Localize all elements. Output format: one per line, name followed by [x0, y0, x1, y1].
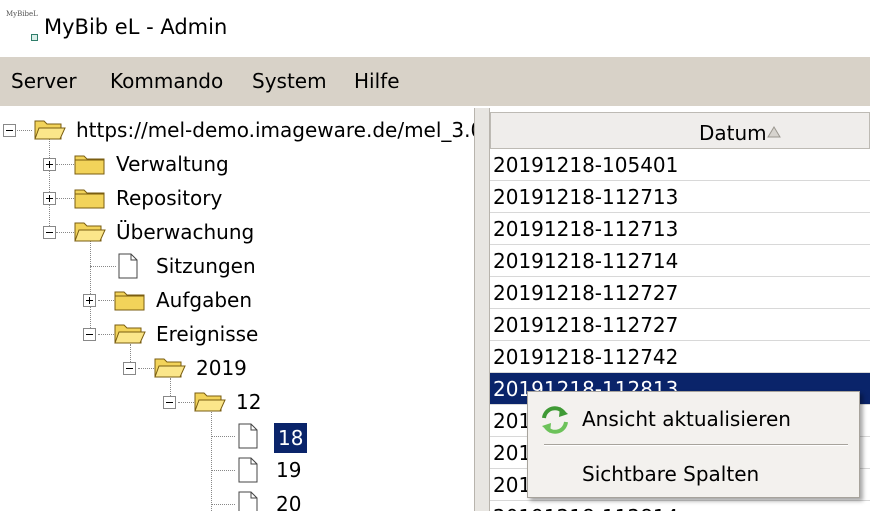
- folder-open-icon: [74, 222, 106, 242]
- sort-ascending-icon: [767, 126, 781, 138]
- tree-label-aufgaben: Aufgaben: [156, 288, 253, 312]
- folder-open-icon: [114, 324, 146, 344]
- context-menu-separator: [544, 444, 848, 446]
- menu-system[interactable]: System: [252, 69, 327, 93]
- collapse-icon[interactable]: [83, 328, 96, 341]
- folder-open-icon: [154, 358, 186, 378]
- tree-label-repository: Repository: [116, 186, 223, 210]
- list-row[interactable]: 20191218-112727: [490, 309, 870, 341]
- list-cell-datum: 20191218-112713: [493, 217, 679, 241]
- context-menu-label: Sichtbare Spalten: [582, 462, 760, 486]
- panel-splitter[interactable]: [474, 108, 490, 511]
- collapse-icon[interactable]: [123, 362, 136, 375]
- list-cell-datum: 20191218-112727: [493, 281, 679, 305]
- list-cell-datum: 20191218-112742: [493, 345, 679, 369]
- app-logo: MyBibeL: [6, 10, 40, 44]
- list-row[interactable]: 20191218-112814: [490, 501, 870, 511]
- tree-label-day: 18: [274, 423, 308, 453]
- tree-node-day[interactable]: 19: [0, 455, 474, 485]
- tree-node-repository[interactable]: Repository: [0, 183, 474, 213]
- folder-icon: [74, 155, 105, 175]
- tree-node-ereignisse[interactable]: Ereignisse: [0, 319, 474, 349]
- column-header-label: Datum: [699, 121, 767, 145]
- list-cell-datum: 20191218-112727: [493, 313, 679, 337]
- list-row[interactable]: 20191218-112713: [490, 213, 870, 245]
- tree-node-day[interactable]: 18: [0, 421, 474, 453]
- collapse-icon[interactable]: [43, 226, 56, 239]
- menu-server[interactable]: Server: [11, 69, 77, 93]
- list-cell-datum: 201: [493, 441, 532, 465]
- list-cell-datum: 20191218-112814: [493, 505, 678, 511]
- list-row[interactable]: 20191218-112714: [490, 245, 870, 277]
- context-menu-item-refresh[interactable]: Ansicht aktualisieren: [528, 394, 859, 442]
- column-header-datum[interactable]: Datum: [490, 112, 870, 149]
- window-title: MyBib eL - Admin: [44, 15, 228, 39]
- list-cell-datum: 201: [493, 473, 532, 497]
- expand-icon[interactable]: [83, 294, 96, 307]
- tree-label-root: https://mel-demo.imageware.de/mel_3.0: [76, 118, 474, 142]
- list-cell-datum: 20191218-112714: [493, 249, 679, 273]
- tree-label-ereignisse: Ereignisse: [156, 322, 259, 346]
- tree-node-month[interactable]: 12: [0, 387, 474, 417]
- tree-label-month: 12: [236, 390, 262, 414]
- tree-node-aufgaben[interactable]: Aufgaben: [0, 285, 474, 315]
- list-row[interactable]: 20191218-105401: [490, 149, 870, 181]
- app-logo-mark: [31, 34, 38, 41]
- tree-label-day: 20: [276, 492, 302, 511]
- page-icon: [238, 491, 258, 511]
- folder-open-icon: [194, 392, 226, 412]
- list-row[interactable]: 20191218-112742: [490, 341, 870, 373]
- context-menu-item-visible-columns[interactable]: Sichtbare Spalten: [528, 449, 859, 497]
- app-logo-text: MyBibeL: [6, 10, 38, 18]
- context-menu-label: Ansicht aktualisieren: [582, 407, 791, 431]
- expand-icon[interactable]: [43, 192, 56, 205]
- tree-label-sitzungen: Sitzungen: [156, 254, 256, 278]
- tree-label-year: 2019: [196, 356, 247, 380]
- page-icon: [118, 253, 138, 279]
- title-bar: MyBibeL MyBib eL - Admin: [0, 0, 870, 57]
- tree-node-ueberwachung[interactable]: Überwachung: [0, 217, 474, 247]
- collapse-icon[interactable]: [163, 396, 176, 409]
- tree-node-year[interactable]: 2019: [0, 353, 474, 383]
- tree-node-day[interactable]: 20: [0, 489, 474, 511]
- folder-icon: [114, 291, 145, 311]
- list-cell-datum: 201: [493, 409, 532, 433]
- list-row[interactable]: 20191218-112713: [490, 181, 870, 213]
- tree-node-verwaltung[interactable]: Verwaltung: [0, 149, 474, 179]
- menu-kommando[interactable]: Kommando: [110, 69, 223, 93]
- page-icon: [238, 423, 258, 449]
- menu-hilfe[interactable]: Hilfe: [354, 69, 400, 93]
- menu-bar: Server Kommando System Hilfe: [0, 57, 870, 106]
- context-menu: Ansicht aktualisieren Sichtbare Spalten: [527, 391, 860, 498]
- page-icon: [238, 457, 258, 483]
- tree-node-sitzungen[interactable]: Sitzungen: [0, 251, 474, 281]
- refresh-icon: [542, 406, 568, 434]
- expand-icon[interactable]: [43, 158, 56, 171]
- folder-icon: [74, 189, 105, 209]
- folder-open-icon: [34, 120, 66, 140]
- list-cell-datum: 20191218-105401: [493, 153, 679, 177]
- collapse-icon[interactable]: [3, 124, 16, 137]
- list-cell-datum: 20191218-112713: [493, 185, 679, 209]
- tree-label-day: 19: [276, 458, 302, 482]
- tree-label-verwaltung: Verwaltung: [116, 152, 229, 176]
- list-row[interactable]: 20191218-112727: [490, 277, 870, 309]
- tree-panel[interactable]: https://mel-demo.imageware.de/mel_3.0 Ve…: [0, 108, 474, 511]
- tree-node-root[interactable]: https://mel-demo.imageware.de/mel_3.0: [0, 115, 474, 145]
- tree-label-ueberwachung: Überwachung: [116, 220, 255, 244]
